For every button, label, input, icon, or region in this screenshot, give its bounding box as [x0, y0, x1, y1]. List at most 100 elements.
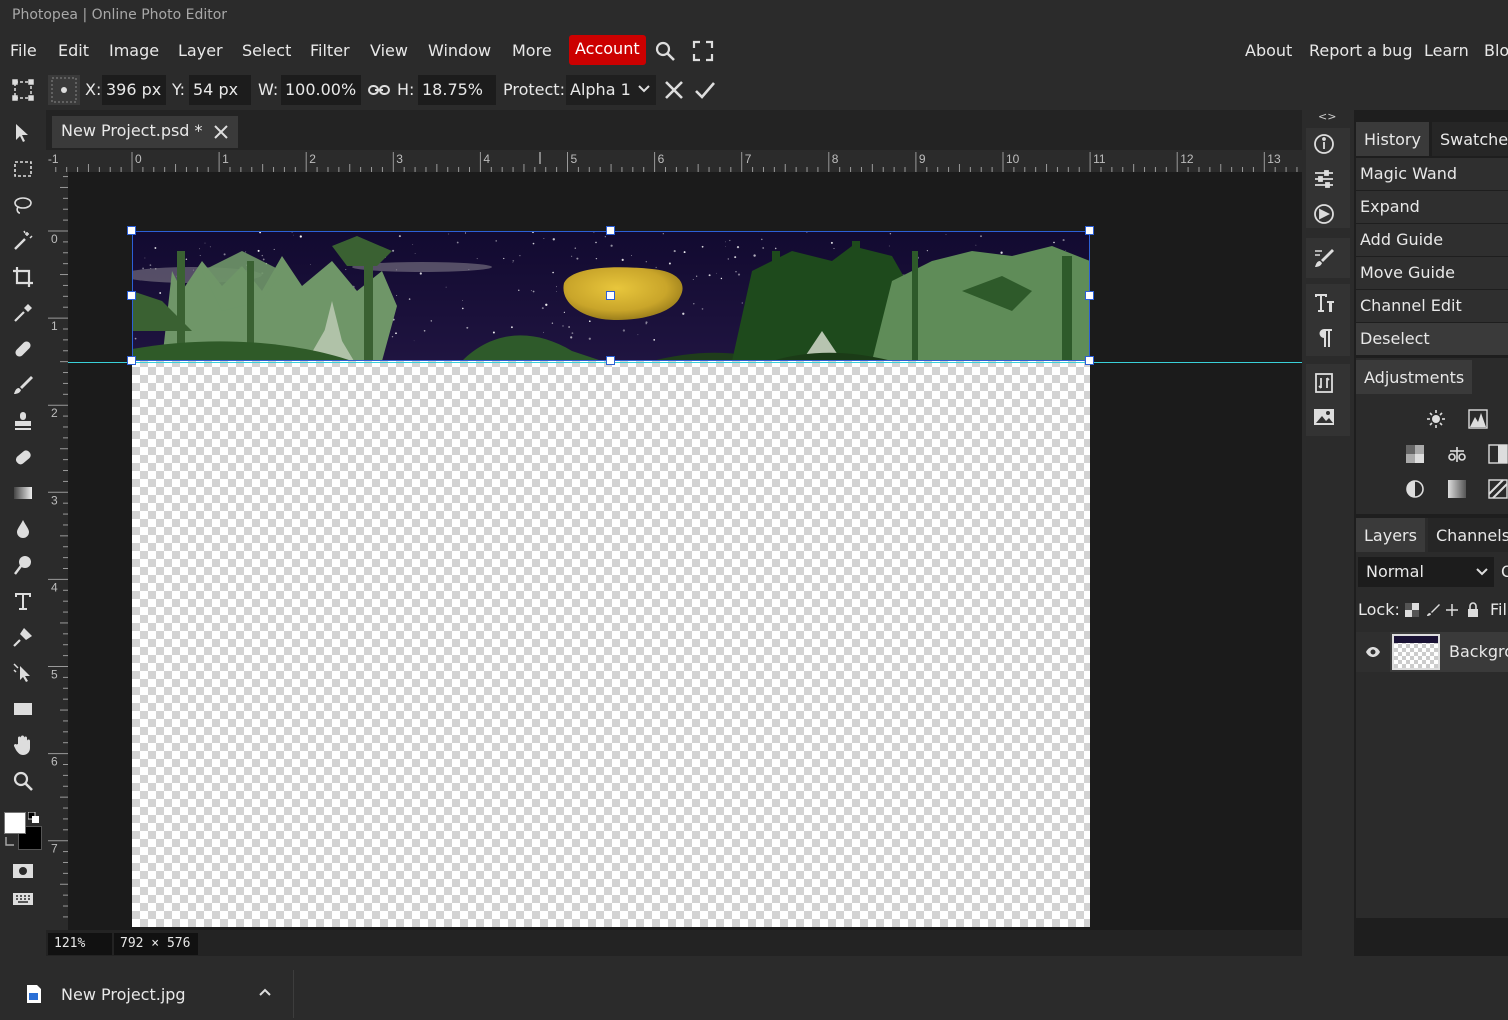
keyboard-icon[interactable] — [6, 882, 40, 916]
move-tool-icon[interactable] — [6, 116, 40, 150]
transform-handle-left[interactable] — [127, 291, 136, 300]
brightness-icon[interactable] — [1426, 409, 1446, 429]
path-select-tool-icon[interactable] — [6, 656, 40, 690]
navigator-icon[interactable] — [1313, 203, 1335, 225]
pen-tool-icon[interactable] — [6, 620, 40, 654]
brush-settings-icon[interactable] — [1313, 247, 1335, 269]
color-balance-icon[interactable] — [1447, 444, 1467, 464]
type-tool-icon[interactable] — [6, 584, 40, 618]
protect-select[interactable]: Alpha 1 — [566, 75, 656, 105]
menu-file[interactable]: File — [10, 41, 37, 60]
close-icon[interactable] — [214, 125, 228, 139]
marquee-tool-icon[interactable] — [6, 152, 40, 186]
menu-filter[interactable]: Filter — [310, 41, 350, 60]
lock-position-icon[interactable] — [1445, 603, 1459, 617]
menu-select[interactable]: Select — [242, 41, 291, 60]
transform-handle-bottom[interactable] — [606, 356, 615, 365]
download-file-name[interactable]: New Project.jpg — [61, 985, 186, 1004]
link-icon[interactable] — [368, 83, 390, 97]
menu-edit[interactable]: Edit — [58, 41, 89, 60]
transform-handle-center[interactable] — [606, 291, 615, 300]
lock-all-icon[interactable] — [1466, 602, 1480, 617]
visibility-eye-icon[interactable] — [1356, 632, 1390, 672]
brush-tool-icon[interactable] — [6, 368, 40, 402]
menu-image[interactable]: Image — [109, 41, 159, 60]
dodge-tool-icon[interactable] — [6, 548, 40, 582]
document-tab[interactable]: New Project.psd * — [52, 116, 238, 148]
zoom-level[interactable]: 121% — [48, 933, 112, 955]
menu-report-bug[interactable]: Report a bug — [1309, 41, 1412, 60]
properties-icon[interactable] — [1313, 168, 1335, 190]
chevron-up-icon[interactable] — [259, 988, 271, 996]
tab-history[interactable]: History — [1356, 122, 1429, 156]
horizontal-guide[interactable] — [68, 362, 1302, 363]
history-item[interactable]: Channel Edit — [1356, 290, 1508, 322]
menu-window[interactable]: Window — [428, 41, 491, 60]
lock-pixels-icon[interactable] — [1426, 603, 1440, 617]
crop-tool-icon[interactable] — [6, 260, 40, 294]
tab-channels[interactable]: Channels — [1428, 518, 1508, 552]
commit-transform-icon[interactable] — [694, 79, 716, 101]
h-field[interactable]: 18.75% — [418, 75, 496, 105]
tab-layers[interactable]: Layers — [1356, 518, 1425, 552]
reference-point-icon[interactable] — [48, 75, 80, 105]
menu-view[interactable]: View — [370, 41, 408, 60]
threshold-icon[interactable] — [1488, 479, 1508, 499]
vertical-ruler[interactable]: 0 1 2 3 4 5 6 7 — [46, 172, 68, 930]
swap-colors-icon[interactable] — [4, 836, 16, 850]
healing-brush-tool-icon[interactable] — [6, 332, 40, 366]
layer-row[interactable]: Backgro — [1356, 632, 1508, 672]
history-item[interactable]: Add Guide — [1356, 224, 1508, 256]
transform-handle-bottom-right[interactable] — [1085, 356, 1094, 365]
menu-blog[interactable]: Blo — [1484, 41, 1508, 60]
layer-name[interactable]: Backgro — [1449, 642, 1508, 661]
menu-about[interactable]: About — [1245, 41, 1292, 60]
invert-icon[interactable] — [1405, 479, 1425, 499]
magic-wand-tool-icon[interactable] — [6, 224, 40, 258]
w-field[interactable]: 100.00% — [281, 75, 361, 105]
info-icon[interactable] — [1313, 133, 1335, 155]
hand-tool-icon[interactable] — [6, 728, 40, 762]
transform-handle-top-left[interactable] — [127, 226, 136, 235]
transform-handle-bottom-left[interactable] — [127, 356, 136, 365]
history-item[interactable]: Move Guide — [1356, 257, 1508, 289]
download-item[interactable]: New Project.jpg — [16, 970, 294, 1018]
menu-learn[interactable]: Learn — [1424, 41, 1469, 60]
transform-handle-right[interactable] — [1085, 291, 1094, 300]
eraser-tool-icon[interactable] — [6, 440, 40, 474]
history-item[interactable]: Expand — [1356, 191, 1508, 223]
exposure-icon[interactable] — [1405, 444, 1425, 464]
tab-swatches[interactable]: Swatches — [1432, 122, 1508, 156]
x-field[interactable]: 396 px — [102, 75, 166, 105]
character-icon[interactable] — [1313, 292, 1335, 314]
black-white-icon[interactable] — [1488, 444, 1508, 464]
default-colors-icon[interactable] — [28, 812, 40, 824]
search-icon[interactable] — [654, 40, 676, 62]
horizontal-ruler[interactable]: -1 0 1 2 3 4 5 6 7 8 9 10 11 12 13 — [46, 150, 1302, 172]
eyedropper-tool-icon[interactable] — [6, 296, 40, 330]
zoom-tool-icon[interactable] — [6, 764, 40, 798]
foreground-color-swatch[interactable] — [4, 812, 26, 834]
history-item[interactable]: Magic Wand — [1356, 158, 1508, 190]
account-button[interactable]: Account — [569, 35, 646, 65]
image-icon[interactable] — [1313, 407, 1335, 427]
lasso-tool-icon[interactable] — [6, 188, 40, 222]
tab-adjustments[interactable]: Adjustments — [1356, 360, 1473, 394]
history-item-current[interactable]: Deselect — [1356, 323, 1508, 355]
cancel-transform-icon[interactable] — [663, 79, 685, 101]
gradient-tool-icon[interactable] — [6, 476, 40, 510]
transform-icon[interactable] — [12, 79, 34, 101]
gradient-map-icon[interactable] — [1447, 479, 1467, 499]
transform-handle-top-right[interactable] — [1085, 226, 1094, 235]
menu-more[interactable]: More — [512, 41, 552, 60]
layer-comps-icon[interactable] — [1313, 372, 1335, 394]
menu-layer[interactable]: Layer — [178, 41, 223, 60]
fullscreen-icon[interactable] — [692, 40, 714, 62]
levels-icon[interactable] — [1468, 409, 1488, 429]
y-field[interactable]: 54 px — [189, 75, 251, 105]
blend-mode-select[interactable]: Normal — [1358, 557, 1494, 587]
transform-handle-top[interactable] — [606, 226, 615, 235]
rectangle-tool-icon[interactable] — [6, 692, 40, 726]
clone-stamp-tool-icon[interactable] — [6, 404, 40, 438]
collapse-panels-toggle[interactable]: <> — [1318, 110, 1336, 123]
